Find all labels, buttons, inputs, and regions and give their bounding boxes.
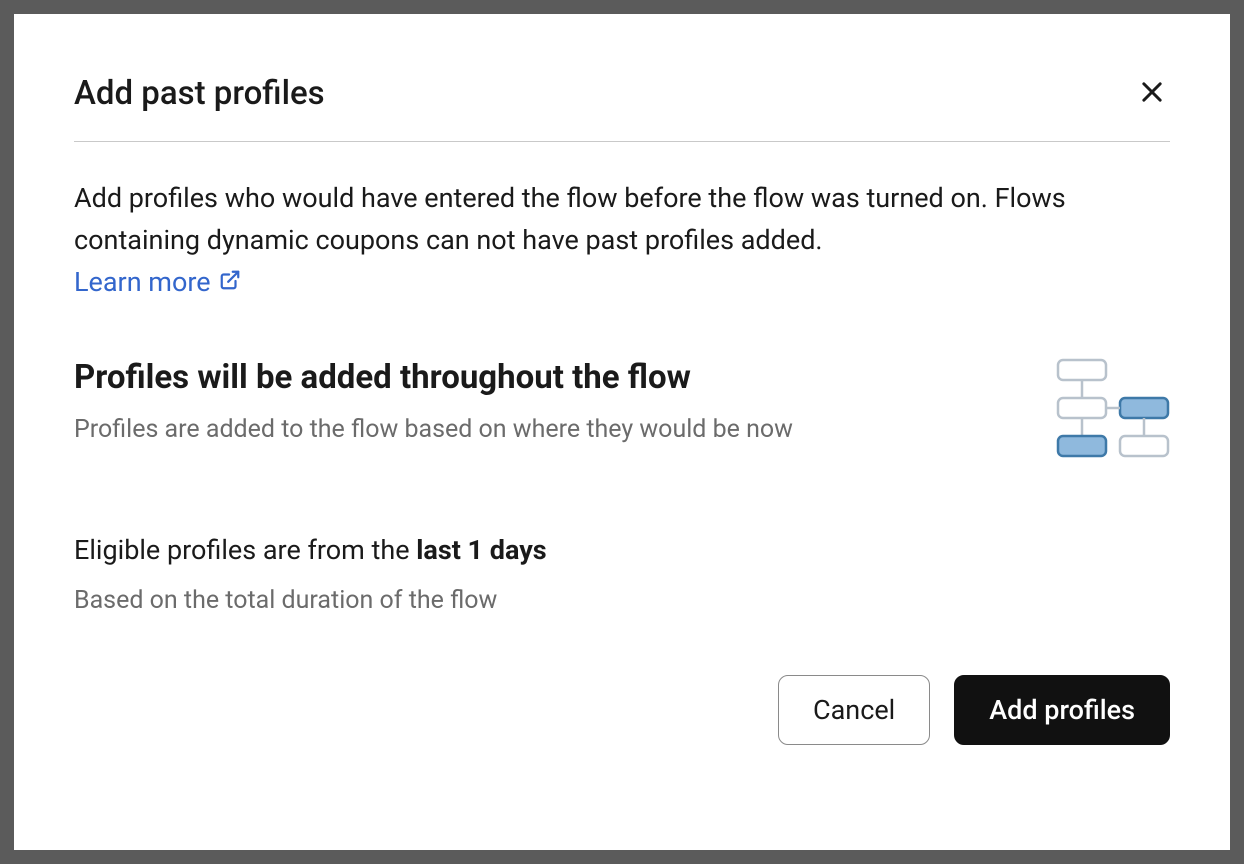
modal-footer: Cancel Add profiles — [74, 675, 1170, 745]
close-button[interactable] — [1134, 74, 1170, 113]
modal-header: Add past profiles — [74, 74, 1170, 142]
eligibility-emphasis: last 1 days — [416, 534, 546, 566]
eligibility-prefix: Eligible profiles are from the — [74, 534, 416, 566]
section-row: Profiles will be added throughout the fl… — [74, 358, 1170, 474]
flow-diagram-icon — [1052, 358, 1170, 474]
learn-more-label: Learn more — [74, 266, 211, 298]
modal-title: Add past profiles — [74, 74, 325, 113]
add-profiles-button[interactable]: Add profiles — [954, 675, 1170, 745]
section-heading: Profiles will be added throughout the fl… — [74, 358, 793, 397]
external-link-icon — [219, 266, 241, 298]
eligibility-subtext: Based on the total duration of the flow — [74, 586, 1170, 615]
modal-description: Add profiles who would have entered the … — [74, 178, 1170, 262]
eligibility-section: Eligible profiles are from the last 1 da… — [74, 534, 1170, 615]
section-text: Profiles will be added throughout the fl… — [74, 358, 793, 444]
section-subtext: Profiles are added to the flow based on … — [74, 415, 793, 444]
add-past-profiles-modal: Add past profiles Add profiles who would… — [14, 14, 1230, 850]
learn-more-link[interactable]: Learn more — [74, 266, 241, 298]
close-icon — [1138, 78, 1166, 109]
cancel-button[interactable]: Cancel — [778, 675, 930, 745]
eligibility-line: Eligible profiles are from the last 1 da… — [74, 534, 1170, 566]
